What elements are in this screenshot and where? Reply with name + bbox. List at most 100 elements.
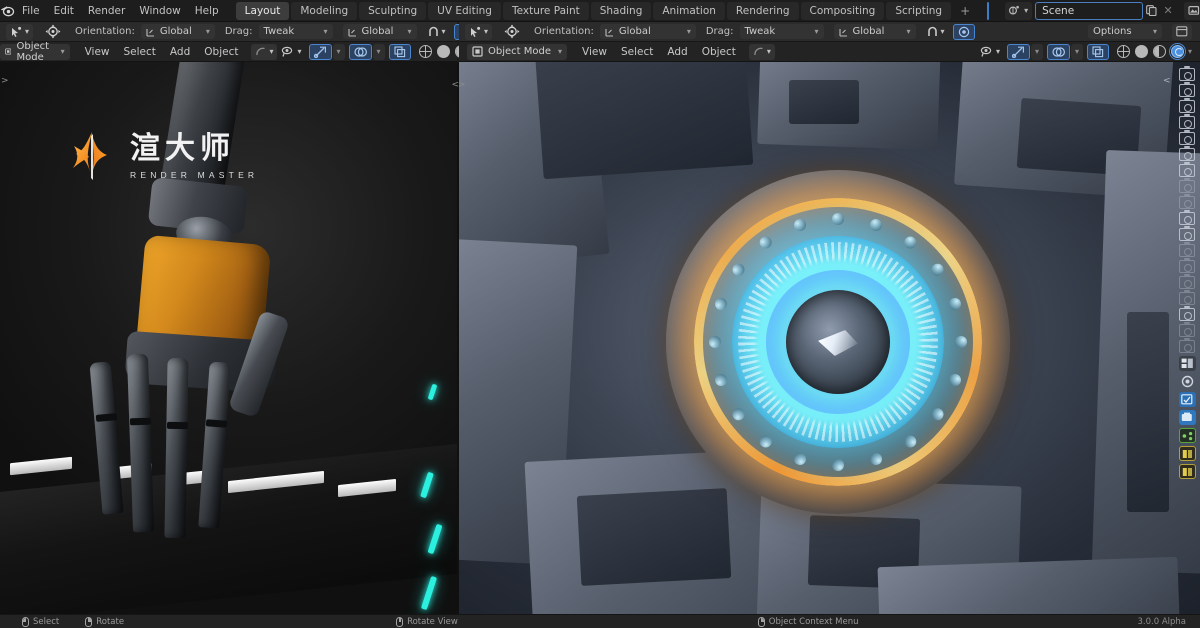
orientation-dropdown[interactable]: Global ▾	[140, 24, 215, 39]
menu-file[interactable]: File	[15, 0, 47, 22]
active-tool-icon[interactable]: ▾	[465, 23, 493, 40]
shading-wireframe-button[interactable]	[418, 45, 432, 58]
workspace-tab-layout[interactable]: Layout	[235, 1, 290, 20]
camera-icon[interactable]	[1179, 145, 1195, 161]
visibility-icon[interactable]: ▾	[277, 44, 305, 60]
options-dropdown[interactable]: Options ▾	[1088, 24, 1162, 39]
viewport-menu-object[interactable]: Object	[197, 46, 245, 58]
camera-icon[interactable]	[1179, 257, 1195, 273]
blender-logo-icon[interactable]	[0, 4, 15, 17]
workspace-tab-rendering[interactable]: Rendering	[726, 1, 799, 20]
menu-render[interactable]: Render	[81, 0, 132, 22]
scene-icon[interactable]: ▾	[1005, 1, 1033, 20]
xray-icon[interactable]	[1086, 43, 1109, 60]
camera-icon[interactable]	[1179, 289, 1195, 305]
shading-rendered-button[interactable]	[1168, 43, 1186, 60]
snap-with-dropdown[interactable]: Global ▾	[342, 24, 417, 39]
render-region-icon[interactable]	[1178, 392, 1196, 407]
drag-dropdown[interactable]: Tweak ▾	[739, 24, 824, 39]
transform-gizmo-icon[interactable]	[41, 24, 65, 40]
transform-gizmo-icon[interactable]	[500, 24, 524, 40]
viewport-divider[interactable]	[457, 62, 459, 614]
workspace-tab-texture-paint[interactable]: Texture Paint	[502, 1, 589, 20]
viewport-menu-add[interactable]: Add	[163, 46, 197, 58]
menu-window[interactable]: Window	[132, 0, 187, 22]
new-scene-button[interactable]	[1143, 2, 1160, 19]
snap-with-dropdown[interactable]: Global ▾	[833, 24, 916, 39]
overlays-options-dropdown[interactable]: ▾	[1070, 43, 1083, 60]
snap-magnet-icon[interactable]: ▾	[423, 24, 450, 40]
pivot-point-icon[interactable]: ▾	[251, 43, 278, 60]
add-workspace-button[interactable]: +	[953, 2, 977, 20]
export-button[interactable]: Export	[988, 3, 989, 19]
viewport-menu-view[interactable]: View	[78, 46, 117, 58]
workspace-tab-compositing[interactable]: Compositing	[800, 1, 885, 20]
3d-viewport-left[interactable]: 渲大师 RENDER MASTER	[0, 62, 457, 614]
xray-icon[interactable]	[388, 43, 411, 60]
workspace-tab-scripting[interactable]: Scripting	[886, 1, 952, 20]
render-settings-icon[interactable]	[1178, 356, 1196, 371]
workspace-tab-shading[interactable]: Shading	[590, 1, 652, 20]
workspace-tab-sculpting[interactable]: Sculpting	[359, 1, 427, 20]
menu-edit[interactable]: Edit	[47, 0, 81, 22]
active-tool-icon[interactable]: ▾	[6, 23, 34, 40]
proportional-edit-icon[interactable]	[952, 23, 975, 40]
overlays-icon[interactable]	[348, 43, 372, 60]
camera-icon[interactable]	[1179, 321, 1195, 337]
menu-help[interactable]: Help	[188, 0, 226, 22]
pivot-point-icon[interactable]: ▾	[748, 43, 775, 60]
node-editor-icon[interactable]	[1178, 428, 1196, 443]
left-panel-expand-button[interactable]: >	[1, 74, 11, 88]
camera-icon[interactable]	[1179, 65, 1195, 81]
texture-node-icon[interactable]	[1178, 464, 1196, 479]
gizmo-options-dropdown[interactable]: ▾	[1030, 43, 1043, 60]
workspace-tab-animation[interactable]: Animation	[653, 1, 725, 20]
viewport-menu-add[interactable]: Add	[660, 46, 694, 58]
camera-icon[interactable]	[1179, 161, 1195, 177]
camera-icon[interactable]	[1179, 225, 1195, 241]
overlays-options-dropdown[interactable]: ▾	[372, 43, 385, 60]
object-mode-dropdown[interactable]: Object Mode ▾	[467, 43, 568, 60]
scene-name-field[interactable]: Scene	[1035, 1, 1144, 20]
editor-type-icon[interactable]	[1172, 23, 1192, 40]
output-properties-icon[interactable]	[1178, 410, 1196, 425]
chevron-down-icon[interactable]: ▾	[1188, 47, 1192, 56]
camera-icon[interactable]	[1179, 305, 1195, 321]
camera-settings-icon[interactable]	[1179, 374, 1196, 389]
camera-icon[interactable]	[1179, 97, 1195, 113]
visibility-icon[interactable]: ▾	[976, 44, 1004, 60]
camera-icon[interactable]	[1179, 273, 1195, 289]
camera-icon[interactable]	[1179, 193, 1195, 209]
gizmo-options-dropdown[interactable]: ▾	[332, 43, 345, 60]
camera-icon[interactable]	[1179, 129, 1195, 145]
gizmo-icon[interactable]	[308, 43, 332, 60]
right-panel-collapse-button[interactable]: <	[1163, 74, 1173, 88]
view-layer-icon[interactable]: ▾	[1184, 1, 1200, 20]
camera-icon[interactable]	[1179, 241, 1195, 257]
camera-icon[interactable]	[1179, 81, 1195, 97]
overlays-icon[interactable]	[1046, 43, 1070, 60]
unlink-scene-button[interactable]: ✕	[1160, 4, 1176, 17]
shading-solid-button[interactable]	[1134, 45, 1148, 58]
object-mode-dropdown[interactable]: Object Mode ▾	[0, 41, 70, 63]
camera-icon[interactable]	[1179, 209, 1195, 225]
shading-solid-button[interactable]	[436, 45, 450, 58]
viewport-menu-view[interactable]: View	[575, 46, 614, 58]
3d-viewport-right[interactable]	[459, 62, 1200, 614]
shading-wireframe-button[interactable]	[1116, 45, 1130, 58]
orientation-dropdown[interactable]: Global ▾	[599, 24, 696, 39]
viewport-menu-select[interactable]: Select	[117, 46, 163, 58]
workspace-tab-uv-editing[interactable]: UV Editing	[428, 1, 501, 20]
gizmo-icon[interactable]	[1006, 43, 1030, 60]
viewport-menu-object[interactable]: Object	[695, 46, 743, 58]
snap-magnet-icon[interactable]: ▾	[922, 24, 949, 40]
camera-icon[interactable]	[1179, 337, 1195, 353]
camera-icon[interactable]	[1179, 113, 1195, 129]
shading-material-preview-button[interactable]	[1152, 45, 1166, 58]
workspace-tab-modeling[interactable]: Modeling	[291, 1, 358, 20]
material-node-icon[interactable]	[1178, 446, 1196, 461]
viewport-menu-select[interactable]: Select	[614, 46, 660, 58]
camera-icon[interactable]	[1179, 177, 1195, 193]
viewport-resize-handle[interactable]: <>	[450, 78, 466, 92]
drag-dropdown[interactable]: Tweak ▾	[258, 24, 333, 39]
